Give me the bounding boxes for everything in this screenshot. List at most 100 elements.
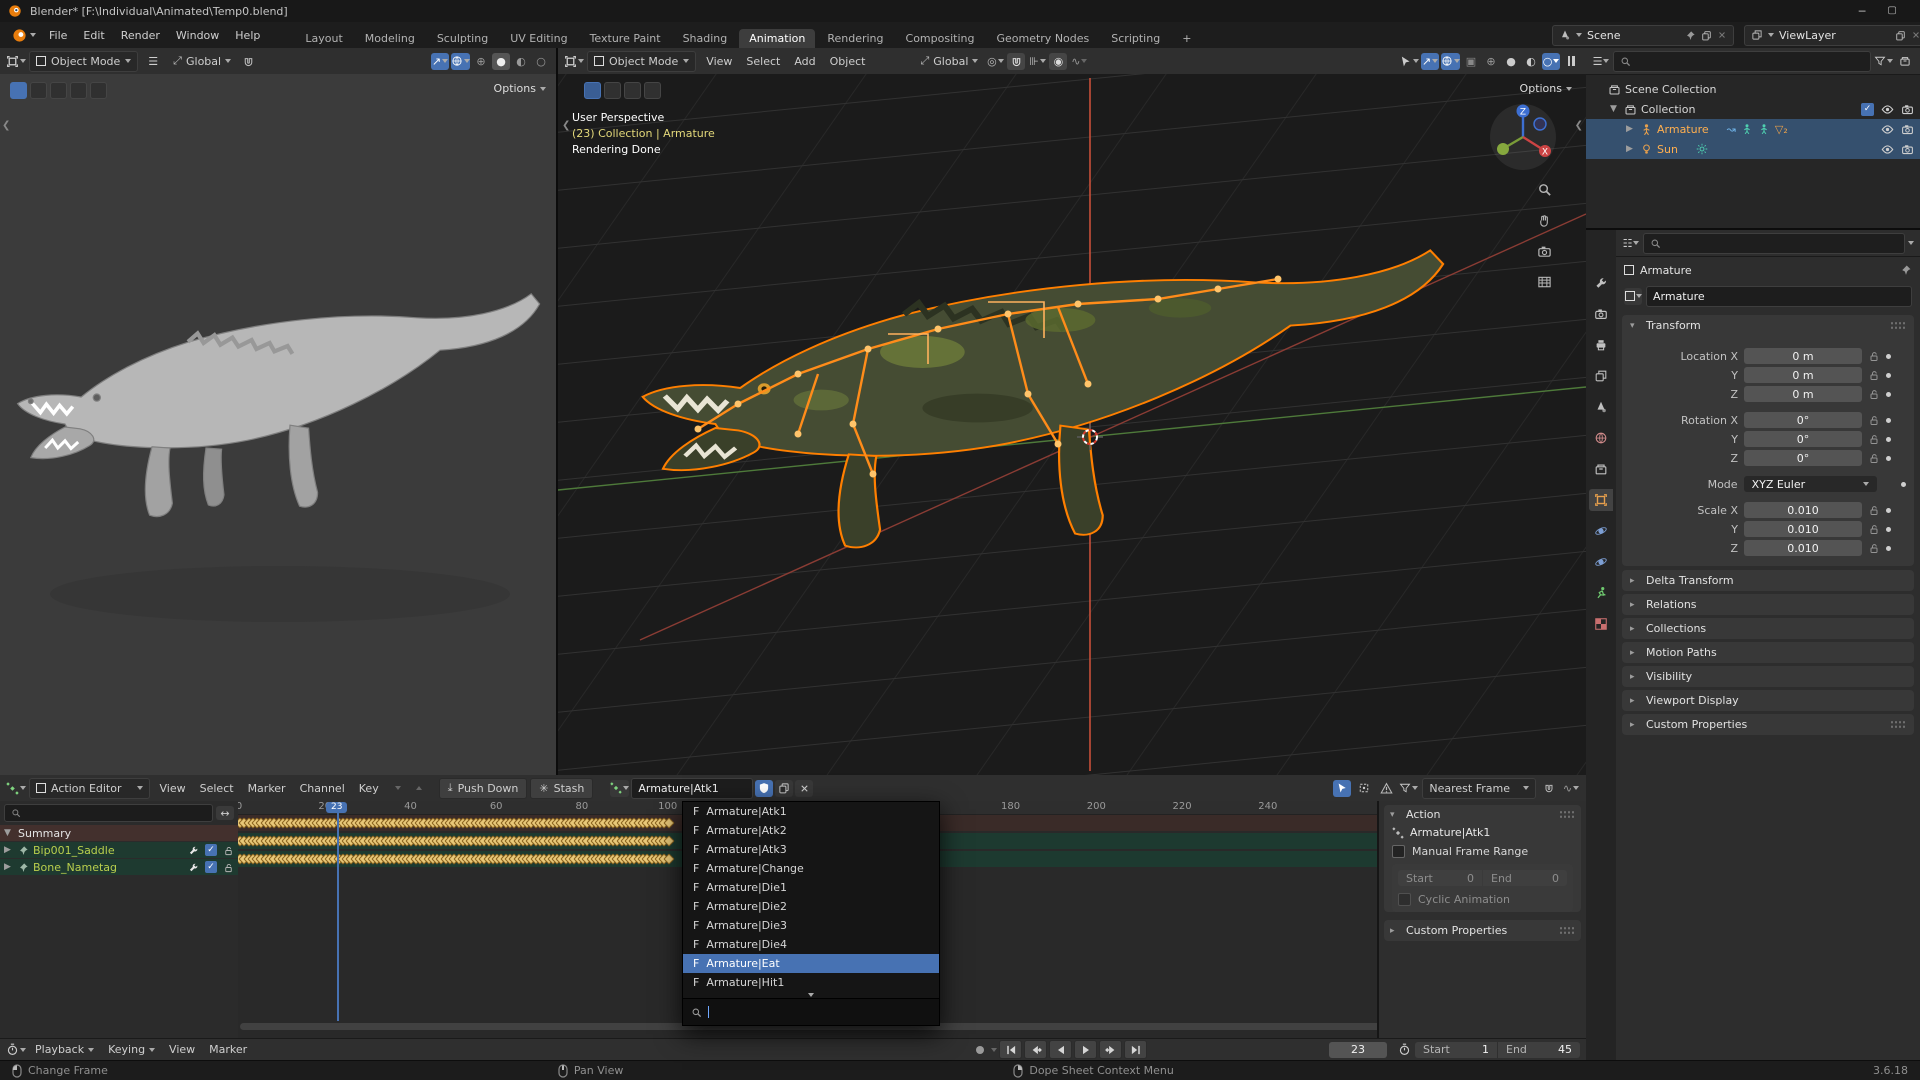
outliner-row-collection[interactable]: ▼ Collection ✓ <box>1586 99 1920 119</box>
expander-icon[interactable]: ▶ <box>1626 124 1636 134</box>
options-button[interactable]: Options <box>1520 82 1572 95</box>
jump-to-start-button[interactable] <box>999 1040 1022 1059</box>
tool-cursor[interactable] <box>604 82 621 99</box>
grid-ortho-icon[interactable] <box>1537 275 1552 290</box>
new-collection-button[interactable] <box>1896 53 1914 70</box>
close-icon[interactable] <box>1911 30 1920 40</box>
proportional-editing-toggle[interactable]: ◉ <box>1049 52 1068 70</box>
panel-grip[interactable] <box>1890 321 1906 330</box>
jump-to-end-button[interactable] <box>1124 1040 1147 1059</box>
properties-tab-texture[interactable] <box>1589 613 1613 635</box>
panel-motion-paths[interactable]: ▸ Motion Paths <box>1622 642 1914 663</box>
menu-file[interactable]: File <box>42 27 74 44</box>
workspace-tab-modeling[interactable]: Modeling <box>355 29 425 48</box>
frame-end-field[interactable]: End 45 <box>1498 1041 1580 1058</box>
snap-with-button[interactable]: ⊪ <box>1028 53 1046 70</box>
timeline-menu-playback[interactable]: Playback <box>28 1041 101 1058</box>
dropdown-item-armature-die1[interactable]: F Armature|Die1 <box>683 878 939 897</box>
copy-icon[interactable] <box>1895 30 1906 41</box>
outliner-search-input[interactable] <box>1613 50 1871 72</box>
animate-dot[interactable] <box>1886 526 1891 532</box>
push-down-button[interactable]: ⤓ Push Down <box>438 777 528 799</box>
mode-selector[interactable]: Object Mode <box>587 50 697 72</box>
dope-sheet-mode-selector[interactable]: Action Editor <box>29 777 150 799</box>
expander-icon[interactable]: ▼ <box>4 828 14 838</box>
value-field-scale-x[interactable]: 0.010 <box>1744 502 1862 518</box>
move-channel-up-disabled[interactable] <box>410 780 428 797</box>
custom-properties-panel[interactable]: ▸ Custom Properties <box>1384 920 1581 941</box>
action-panel-header[interactable]: ▾ Action <box>1384 805 1581 824</box>
expander-icon[interactable]: ▶ <box>4 862 14 872</box>
properties-tab-output[interactable] <box>1589 334 1613 356</box>
workspace-tab-geometry-nodes[interactable]: Geometry Nodes <box>986 29 1099 48</box>
snap-magnet-icon[interactable] <box>1540 780 1558 797</box>
workspace-tab-animation[interactable]: Animation <box>739 29 816 48</box>
properties-tab-scene[interactable] <box>1589 396 1613 418</box>
hide-eye-toggle[interactable] <box>1881 123 1894 136</box>
transform-orientation[interactable]: ⤢ Global <box>168 54 236 68</box>
expander-icon[interactable]: ▶ <box>1626 144 1636 154</box>
dope-menu-channel[interactable]: Channel <box>293 780 352 797</box>
exclude-checkbox[interactable]: ✓ <box>1861 102 1874 116</box>
channel-enabled-checkbox[interactable]: ✓ <box>205 844 217 856</box>
panel-header-viewport-display[interactable]: ▸ Viewport Display <box>1622 690 1914 711</box>
outliner-row-armature[interactable]: ▶ Armature ↝ ▽₂ <box>1586 119 1920 139</box>
animate-dot[interactable] <box>1886 391 1891 397</box>
workspace-tab-sculpting[interactable]: Sculpting <box>427 29 498 48</box>
menu-render[interactable]: Render <box>114 27 167 44</box>
value-field-y[interactable]: 0° <box>1744 431 1862 447</box>
outliner-row-scene-collection[interactable]: Scene Collection <box>1586 79 1920 99</box>
lock-icon[interactable] <box>1868 388 1880 400</box>
right-toggle-icon[interactable]: ❮ <box>1575 120 1583 131</box>
next-keyframe-button[interactable] <box>1099 1040 1122 1059</box>
main-viewport-canvas[interactable]: User Perspective (23) Collection | Armat… <box>558 74 1586 775</box>
hide-eye-toggle[interactable] <box>1881 103 1894 116</box>
workspace-tab-layout[interactable]: Layout <box>295 29 352 48</box>
panel-header-motion-paths[interactable]: ▸ Motion Paths <box>1622 642 1914 663</box>
panel-header-visibility[interactable]: ▸ Visibility <box>1622 666 1914 687</box>
snap-mode-selector[interactable]: Nearest Frame <box>1422 777 1536 799</box>
dropdown-item-armature-hit1[interactable]: F Armature|Hit1 <box>683 973 939 992</box>
value-field-rotation-x[interactable]: 0° <box>1744 412 1862 428</box>
current-frame-field[interactable]: 23 <box>1329 1041 1387 1058</box>
workspace-tab-texture-paint[interactable]: Texture Paint <box>580 29 671 48</box>
object-name-field[interactable]: Armature <box>1646 285 1912 307</box>
active-tool-select-box[interactable] <box>584 82 601 99</box>
dropdown-item-armature-die2[interactable]: F Armature|Die2 <box>683 897 939 916</box>
sidebar-toggle-icon[interactable]: ❮ <box>562 120 570 131</box>
lock-icon[interactable] <box>1868 369 1880 381</box>
minimize-button[interactable]: ─ <box>1859 5 1866 18</box>
dropdown-item-armature-die3[interactable]: F Armature|Die3 <box>683 916 939 935</box>
value-field-y[interactable]: 0.010 <box>1744 521 1862 537</box>
properties-icon[interactable]: ☷ <box>1622 235 1640 252</box>
panel-viewport-display[interactable]: ▸ Viewport Display <box>1622 690 1914 711</box>
channel-search-input[interactable] <box>4 804 213 822</box>
mode-selector[interactable]: Object Mode <box>29 50 139 72</box>
workspace-tab-uv-editing[interactable]: UV Editing <box>500 29 577 48</box>
stash-button[interactable]: ✳ Stash <box>530 777 594 799</box>
value-field-location-x[interactable]: 0 m <box>1744 348 1862 364</box>
fake-user-shield-toggle[interactable] <box>755 779 774 797</box>
stopwatch-icon[interactable] <box>1395 1041 1413 1058</box>
viewport-menu-select[interactable]: Select <box>739 53 787 70</box>
panel-collections[interactable]: ▸ Collections <box>1622 618 1914 639</box>
dropdown-search[interactable] <box>683 998 939 1025</box>
only-selected-toggle[interactable] <box>1333 779 1352 797</box>
proportional-falloff-button[interactable]: ∿ <box>1070 53 1088 70</box>
properties-tab-collection[interactable] <box>1589 458 1613 480</box>
channel-bone-nametag[interactable]: ▶ Bone_Nametag ✓ <box>0 859 238 875</box>
timeline-menu-view[interactable]: View <box>162 1041 202 1058</box>
scene-selector[interactable]: Scene <box>1552 24 1734 46</box>
tool-move[interactable] <box>624 82 641 99</box>
shading-solid-button[interactable]: ● <box>492 52 510 70</box>
filters-funnel-button[interactable] <box>1399 780 1419 797</box>
transform-orientation[interactable]: ⤢ Global <box>915 54 983 68</box>
viewport-menu-object[interactable]: Object <box>823 53 873 70</box>
editor-type-button[interactable] <box>6 780 26 797</box>
workspace-tab-shading[interactable]: Shading <box>673 29 738 48</box>
shading-wireframe-button[interactable]: ⊕ <box>472 53 490 70</box>
animate-dot[interactable] <box>1886 372 1891 378</box>
panel-delta-transform[interactable]: ▸ Delta Transform <box>1622 570 1914 591</box>
expander-icon[interactable]: ▶ <box>4 845 14 855</box>
outliner-display-mode-button[interactable]: ☰ <box>1592 53 1610 70</box>
